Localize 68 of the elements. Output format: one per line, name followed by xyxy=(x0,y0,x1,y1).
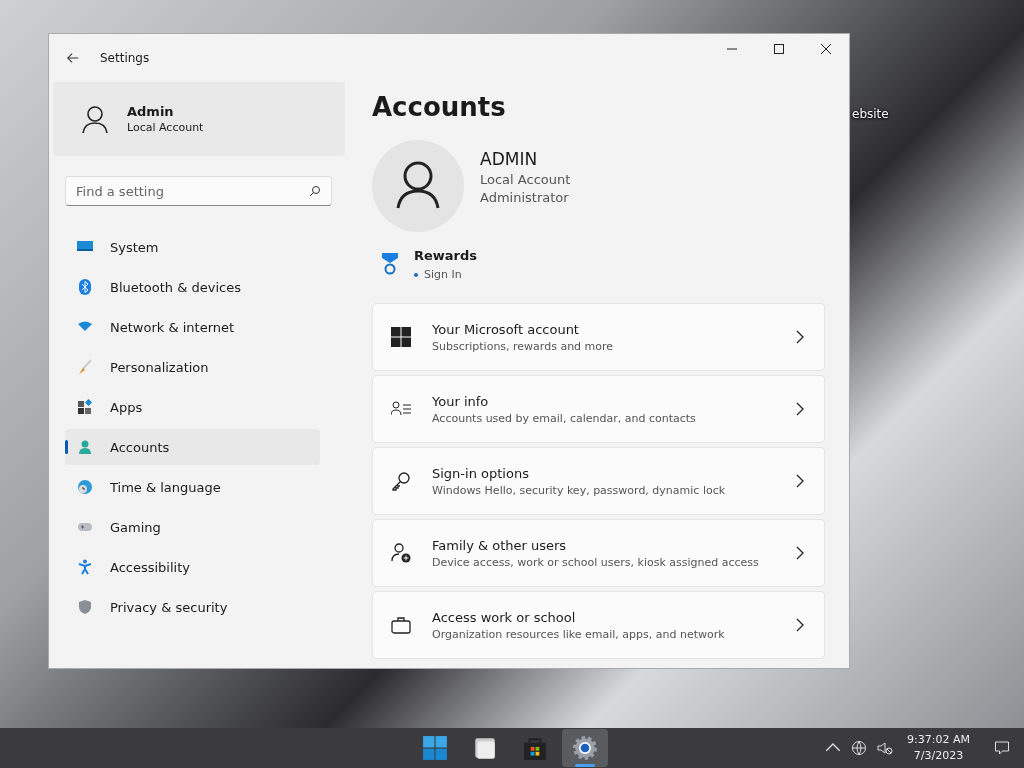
folder-icon[interactable] xyxy=(472,735,498,761)
search-field[interactable]: Find a setting xyxy=(65,176,332,206)
start-logo-icon[interactable] xyxy=(422,735,448,761)
card-title: Your info xyxy=(432,393,490,409)
person-icon xyxy=(77,439,93,455)
chevron-right-icon xyxy=(796,474,804,488)
chevron-right-icon xyxy=(796,618,804,632)
profile-name: ADMIN xyxy=(480,149,539,169)
shield-icon xyxy=(77,599,93,615)
user-profile-card[interactable]: Admin Local Account xyxy=(53,82,345,156)
chevron-right-icon xyxy=(796,330,804,344)
nav-item[interactable]: Apps xyxy=(65,389,320,425)
nav-item[interactable]: Privacy & security xyxy=(65,589,320,625)
nav-item[interactable]: Accounts xyxy=(65,429,320,465)
globe-icon[interactable] xyxy=(851,740,868,756)
person-add-icon xyxy=(391,543,411,563)
card-subtitle: Organization resources like email, apps, and network xyxy=(432,627,726,641)
card-subtitle: Device access, work or school users, kiosk assigned access xyxy=(432,555,760,569)
chevron-right-icon xyxy=(796,546,804,560)
rewards-title: Rewards xyxy=(414,248,478,263)
medal-icon xyxy=(380,252,400,276)
settings-card[interactable]: Your info Accounts used by email, calendar, and contacts xyxy=(372,375,825,443)
settings-card[interactable]: Your Microsoft account Subscriptions, rewards and more xyxy=(372,303,825,371)
card-subtitle: Accounts used by email, calendar, and contacts xyxy=(432,411,697,425)
nav-item[interactable]: Gaming xyxy=(65,509,320,545)
speaker-muted-icon[interactable] xyxy=(877,740,894,756)
profile-detail: Administrator xyxy=(480,190,570,205)
settings-card[interactable]: Sign-in options Windows Hello, security key, password, dynamic lock xyxy=(372,447,825,515)
key-icon xyxy=(391,471,411,491)
card-title: Family & other users xyxy=(432,537,568,553)
rewards-sign-in-link[interactable]: Sign In xyxy=(414,268,478,281)
accessibility-icon xyxy=(77,559,93,575)
avatar-icon xyxy=(372,140,464,232)
user-avatar-icon xyxy=(79,103,111,135)
store-bag-icon[interactable] xyxy=(522,735,548,761)
nav-item[interactable]: Bluetooth & devices xyxy=(65,269,320,305)
nav-item[interactable]: Accessibility xyxy=(65,549,320,585)
notification-icon[interactable] xyxy=(994,740,1010,756)
nav-item[interactable]: Network & internet xyxy=(65,309,320,345)
windows-logo-icon xyxy=(391,327,411,347)
nav-item[interactable]: Time & language xyxy=(65,469,320,505)
nav-item[interactable]: System xyxy=(65,229,320,265)
desktop-icon-label: ebsite xyxy=(852,107,889,121)
clock-date: 7/3/2023 xyxy=(913,748,964,764)
card-subtitle: Windows Hello, security key, password, dynamic lock xyxy=(432,483,727,497)
briefcase-icon xyxy=(391,615,411,635)
apps-icon xyxy=(77,399,93,415)
window-title: Settings xyxy=(100,51,150,65)
bluetooth-icon xyxy=(77,279,93,295)
user-name: Admin xyxy=(127,104,175,119)
card-title: Your Microsoft account xyxy=(432,321,580,337)
search-icon xyxy=(309,185,321,197)
card-title: Access work or school xyxy=(432,609,577,625)
account-type: Local Account xyxy=(127,121,204,134)
globe-clock-icon xyxy=(77,479,93,495)
chevron-right-icon xyxy=(796,402,804,416)
back-arrow-icon[interactable] xyxy=(66,51,80,65)
card-subtitle: Subscriptions, rewards and more xyxy=(432,339,615,353)
settings-card[interactable]: Access work or school Organization resources like email, apps, and network xyxy=(372,591,825,659)
settings-card[interactable]: Family & other users Device access, work or school users, kiosk assigned access xyxy=(372,519,825,587)
nav-item[interactable]: Personalization xyxy=(65,349,320,385)
gear-icon[interactable] xyxy=(572,735,598,761)
page-title: Accounts xyxy=(372,92,507,122)
brush-icon xyxy=(77,359,93,375)
profile-detail: Local Account xyxy=(480,172,571,187)
clock-time: 9:37:02 AM xyxy=(907,732,970,748)
card-title: Sign-in options xyxy=(432,465,530,481)
active-taskbar-button[interactable] xyxy=(562,729,608,767)
